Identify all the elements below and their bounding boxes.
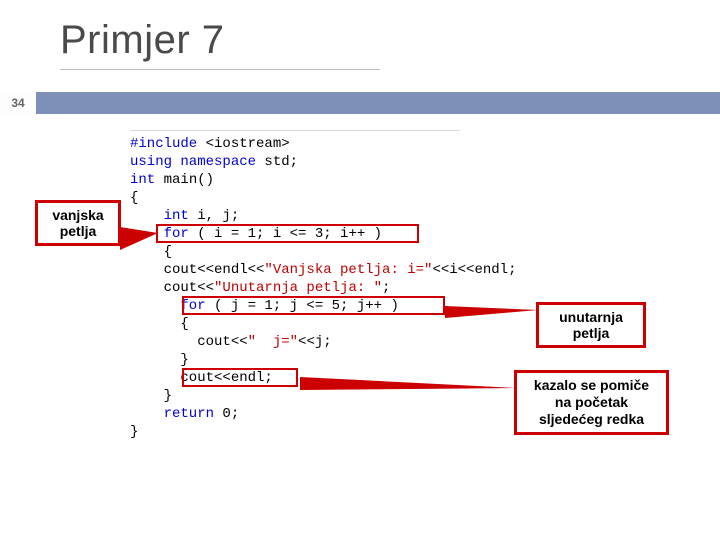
callout-kazalo: kazalo se pomiče na početak sljedećeg re…: [514, 370, 669, 435]
code-text: <<i<<endl;: [432, 262, 516, 278]
code-text: 0;: [222, 406, 239, 422]
code-text: main(): [164, 172, 214, 188]
highlight-cout-endl: [182, 368, 298, 387]
code-kw: int: [130, 172, 164, 188]
code-rule: [130, 130, 460, 131]
code-kw: #include: [130, 136, 206, 152]
code-text: std;: [264, 154, 298, 170]
code-string: " j=": [248, 334, 298, 350]
code-text: cout<<: [130, 280, 214, 296]
code-text: ;: [382, 280, 390, 296]
code-string: "Vanjska petlja: i=": [264, 262, 432, 278]
title-underline: [60, 69, 380, 70]
code-text: <<j;: [298, 334, 332, 350]
callout-vanjska-petlja: vanjska petlja: [35, 200, 121, 246]
code-text: }: [130, 351, 590, 369]
code-text: {: [130, 189, 590, 207]
slide-title: Primjer 7: [0, 0, 720, 69]
callout-unutarnja-petlja: unutarnja petlja: [536, 302, 646, 348]
code-text: cout<<: [130, 334, 248, 350]
code-text: <iostream>: [206, 136, 290, 152]
code-kw: int: [130, 208, 197, 224]
code-kw: return: [130, 406, 222, 422]
highlight-inner-for: [182, 296, 445, 315]
highlight-outer-for: [156, 224, 419, 243]
code-text: cout<<endl<<: [130, 262, 264, 278]
code-text: {: [130, 243, 590, 261]
badge-bar: [0, 92, 720, 114]
page-number: 34: [0, 92, 36, 114]
code-string: "Unutarnja petlja: ": [214, 280, 382, 296]
code-kw: using namespace: [130, 154, 264, 170]
code-text: {: [130, 315, 590, 333]
code-text: i, j;: [197, 208, 239, 224]
